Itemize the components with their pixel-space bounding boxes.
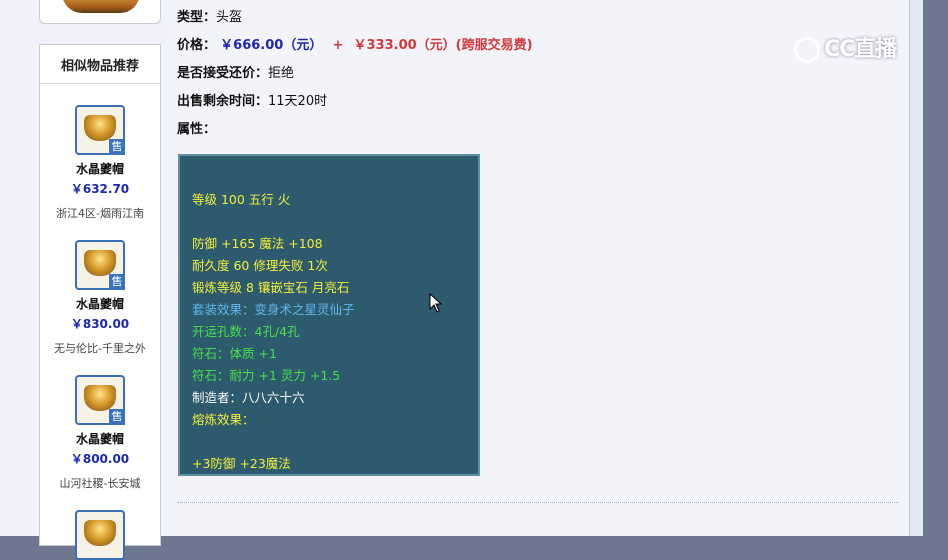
attr-level: 等级 100 五行 火 [192, 192, 291, 207]
item-thumbnail[interactable]: 售 [75, 375, 125, 425]
remaining-time-value: 11天20时 [268, 94, 328, 109]
type-value: 头盔 [216, 10, 243, 25]
helmet-icon [84, 115, 116, 141]
attr-defense: 防御 +165 魔法 +108 [192, 236, 323, 251]
watermark: CC直播 [794, 31, 897, 65]
item-server: 浙江4区-烟雨江南 [56, 207, 144, 220]
item-price: ￥800.00 [70, 452, 130, 466]
sale-badge: 售 [109, 274, 125, 290]
attr-maker: 制造者：八八六十六 [192, 390, 305, 405]
item-image [39, 0, 161, 24]
attr-smelt-value: +3防御 +23魔法 [192, 456, 291, 471]
similar-items-sidebar: 相似物品推荐 售 水晶夔帽 ￥632.70 浙江4区-烟雨江南 售 水晶夔帽 ￥… [39, 44, 161, 560]
type-label: 类型： [177, 10, 217, 25]
attr-rune-1: 符石：体质 +1 [192, 346, 277, 361]
item-price-row: 价格： ￥666.00（元） + ￥333.00（元）(跨服交易费) [177, 34, 533, 53]
counter-offer-row: 是否接受还价：拒绝 [177, 62, 294, 81]
item-thumbnail[interactable]: 售 [75, 240, 125, 290]
section-divider [177, 502, 899, 503]
attributes-label: 属性： [177, 122, 217, 137]
attr-smelt-label: 熔炼效果： [192, 412, 255, 427]
attr-forge: 锻炼等级 8 镶嵌宝石 月亮石 [192, 280, 350, 295]
similar-item[interactable] [40, 510, 160, 560]
attr-rune-2: 符石：耐力 +1 灵力 +1.5 [192, 368, 341, 383]
attr-holes: 开运孔数：4孔/4孔 [192, 324, 300, 339]
similar-item[interactable]: 售 水晶夔帽 ￥632.70 浙江4区-烟雨江南 [40, 105, 160, 221]
item-thumbnail[interactable]: 售 [75, 105, 125, 155]
counter-offer-value: 拒绝 [268, 66, 295, 81]
price-label: 价格： [177, 38, 217, 53]
item-price: ￥632.70 [70, 182, 130, 196]
helmet-icon [84, 385, 116, 411]
item-type-row: 类型：头盔 [177, 6, 242, 25]
remaining-time-row: 出售剩余时间：11天20时 [177, 90, 327, 109]
page-right-border [909, 0, 923, 536]
item-price: ￥830.00 [70, 317, 130, 331]
cross-server-fee: ￥333.00（元）(跨服交易费) [353, 38, 533, 53]
item-name[interactable]: 水晶夔帽 [40, 430, 160, 447]
price-value: ￥666.00（元） [220, 38, 323, 53]
helmet-icon [84, 520, 116, 546]
item-name[interactable]: 水晶夔帽 [40, 160, 160, 177]
similar-item[interactable]: 售 水晶夔帽 ￥800.00 山河社稷-长安城 [40, 375, 160, 491]
sale-badge: 售 [109, 139, 125, 155]
remaining-time-label: 出售剩余时间： [177, 94, 269, 109]
watermark-text: CC直播 [824, 37, 897, 62]
attributes-box: 等级 100 五行 火 防御 +165 魔法 +108 耐久度 60 修理失败 … [178, 154, 480, 476]
item-server: 无与伦比-千里之外 [54, 342, 146, 355]
item-thumbnail[interactable] [75, 510, 125, 560]
cc-logo-icon [794, 37, 820, 63]
attr-durability: 耐久度 60 修理失败 1次 [192, 258, 328, 273]
item-server: 山河社稷-长安城 [59, 477, 141, 490]
sale-badge: 售 [109, 409, 125, 425]
attributes-row: 属性： [177, 118, 216, 137]
counter-offer-label: 是否接受还价： [177, 66, 269, 81]
helmet-icon [84, 250, 116, 276]
sidebar-title: 相似物品推荐 [40, 45, 160, 84]
similar-item[interactable]: 售 水晶夔帽 ￥830.00 无与伦比-千里之外 [40, 240, 160, 356]
item-name[interactable]: 水晶夔帽 [40, 295, 160, 312]
attr-set-effect: 套装效果：变身术之星灵仙子 [192, 302, 355, 317]
price-plus: + [332, 38, 344, 53]
helmet-image [62, 0, 140, 13]
mouse-cursor-icon [429, 293, 443, 313]
